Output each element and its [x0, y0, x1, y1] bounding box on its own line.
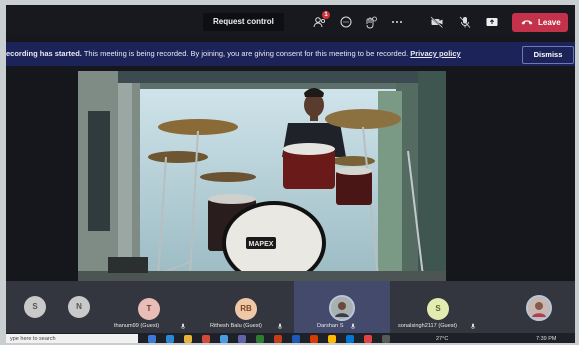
mic-off-icon: [350, 323, 356, 329]
taskbar-search-input[interactable]: ype here to search: [6, 334, 138, 343]
shared-video-stage: MAPEX: [78, 71, 446, 285]
participant-photo-avatar: [329, 295, 355, 321]
participant-name: sonalsingh2117 (Guest): [398, 323, 457, 329]
participant-avatar: T: [138, 298, 160, 320]
recording-started-text: ecording has started.: [6, 49, 82, 58]
chrome-icon[interactable]: [202, 335, 210, 343]
mic-off-icon: [180, 323, 186, 329]
drum-brand-logo: MAPEX: [249, 241, 274, 248]
mic-off-icon: [470, 323, 476, 329]
drummer-video-feed: MAPEX: [78, 71, 446, 285]
privacy-policy-link[interactable]: Privacy policy: [410, 49, 460, 58]
weather-temperature[interactable]: 27°C: [436, 333, 448, 343]
participant-avatar: S: [24, 296, 46, 318]
share-tray-icon[interactable]: [485, 15, 499, 29]
participant-name: Darshan S: [317, 323, 344, 329]
office-icon[interactable]: [310, 335, 318, 343]
phone-hangup-icon: [521, 20, 533, 25]
mic-off-icon: [277, 323, 283, 329]
leave-button[interactable]: Leave: [512, 13, 568, 32]
task-view-icon[interactable]: [148, 335, 156, 343]
teams-icon[interactable]: [238, 335, 246, 343]
teams-meeting-window: Request control 1 Leave ecording has sta…: [6, 5, 575, 343]
powerpoint-icon[interactable]: [274, 335, 282, 343]
edge-icon[interactable]: [166, 335, 174, 343]
participant-tile[interactable]: RB Rithesh Balu (Guest): [198, 281, 294, 333]
participant-tile[interactable]: [486, 281, 575, 333]
request-control-button[interactable]: Request control: [203, 13, 284, 31]
participants-badge: 1: [322, 11, 330, 19]
mail-icon[interactable]: [346, 335, 354, 343]
windows-taskbar: ype here to search 27°C 7:39 PM: [6, 333, 575, 343]
store-icon[interactable]: [220, 335, 228, 343]
recording-consent-text: This meeting is being recorded. By joini…: [83, 49, 409, 58]
dismiss-button[interactable]: Dismiss: [522, 46, 574, 64]
participants-icon[interactable]: 1: [313, 11, 330, 29]
meeting-toolbar: Request control 1 Leave: [6, 5, 575, 37]
participant-tile[interactable]: T thanum99 (Guest): [102, 281, 198, 333]
participant-avatar: RB: [235, 298, 257, 320]
media-player-icon[interactable]: [364, 335, 372, 343]
settings-icon[interactable]: [382, 335, 390, 343]
participant-tile[interactable]: S sonalsingh2117 (Guest): [390, 281, 486, 333]
leave-label: Leave: [538, 18, 561, 27]
recording-notice-banner: ecording has started. This meeting is be…: [6, 42, 575, 66]
sticky-notes-icon[interactable]: [328, 335, 336, 343]
participant-avatar: S: [427, 298, 449, 320]
word-icon[interactable]: [292, 335, 300, 343]
camera-off-icon[interactable]: [430, 15, 444, 29]
reactions-icon[interactable]: [364, 15, 378, 29]
taskbar-clock[interactable]: 7:39 PM: [536, 333, 556, 343]
mic-off-icon[interactable]: [458, 15, 472, 29]
excel-icon[interactable]: [256, 335, 264, 343]
participant-gallery: S N T thanum99 (Guest) RB Rithesh Balu (…: [6, 281, 575, 333]
participant-tile-active[interactable]: Darshan S: [294, 281, 390, 333]
more-options-icon[interactable]: [390, 15, 404, 29]
participant-tile[interactable]: S N: [6, 281, 102, 333]
chat-icon[interactable]: [339, 15, 353, 29]
file-explorer-icon[interactable]: [184, 335, 192, 343]
participant-avatar: N: [68, 296, 90, 318]
participant-name: Rithesh Balu (Guest): [210, 323, 262, 329]
participant-name: thanum99 (Guest): [114, 323, 160, 329]
participant-photo-avatar: [526, 295, 552, 321]
